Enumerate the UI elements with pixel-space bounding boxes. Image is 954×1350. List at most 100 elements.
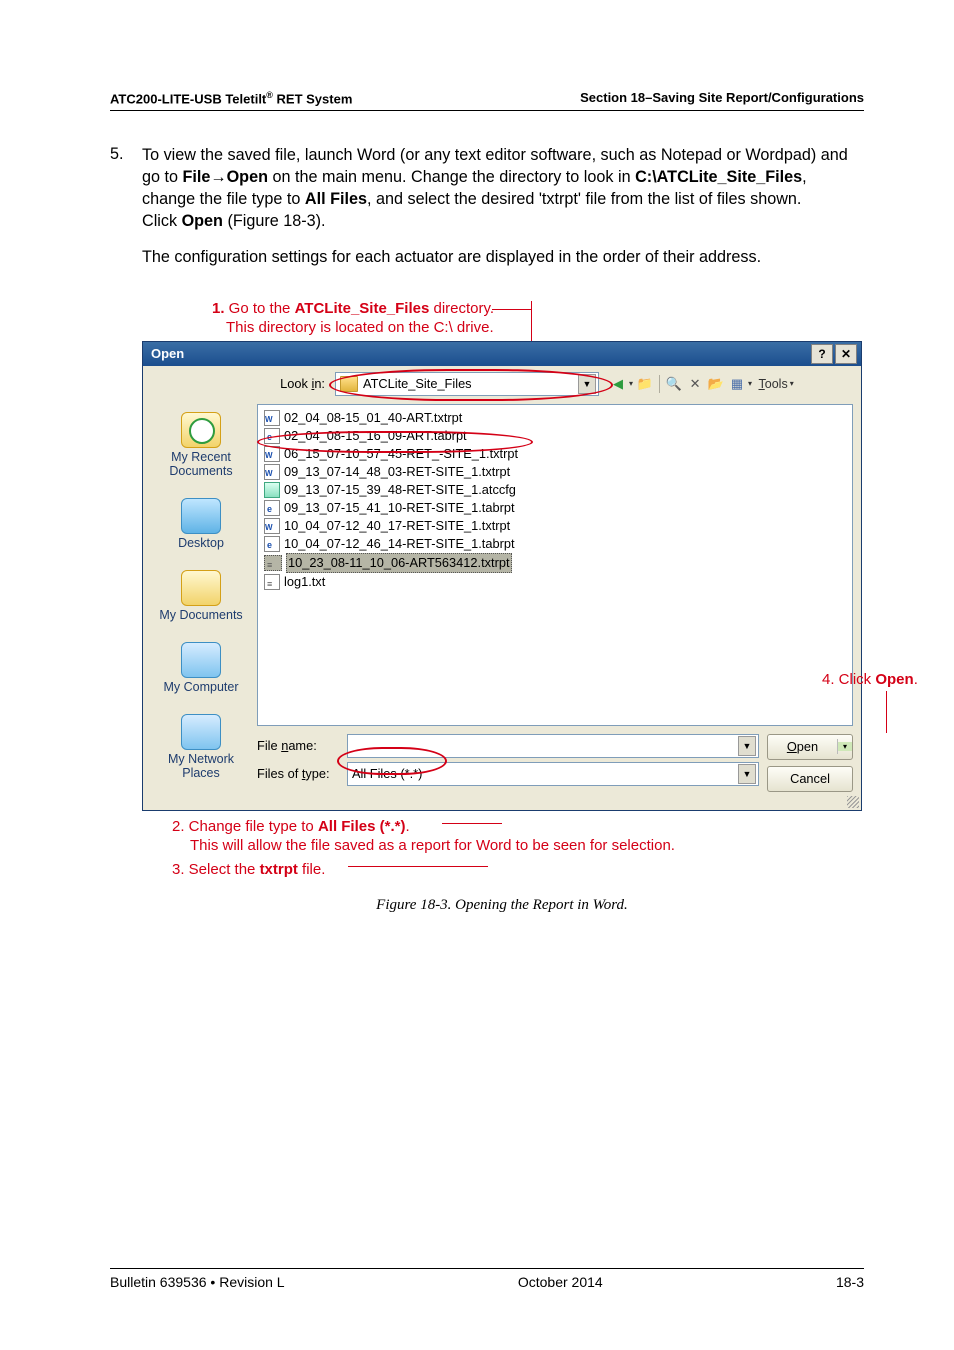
filetype-value: All Files (*.*) xyxy=(352,766,422,781)
t: file. xyxy=(298,861,326,878)
close-button[interactable]: ✕ xyxy=(835,344,857,364)
t: O xyxy=(787,739,797,754)
help-button[interactable]: ? xyxy=(811,344,833,364)
views-dropdown-icon[interactable]: ▾ xyxy=(748,379,752,388)
chevron-down-icon[interactable]: ▼ xyxy=(738,736,756,756)
place-label: My Recent Documents xyxy=(151,450,251,478)
callout-line xyxy=(442,823,502,824)
new-folder-button[interactable]: 📂 xyxy=(707,375,725,393)
header-left-suffix: RET System xyxy=(273,91,352,106)
filetype-label: Files of type: xyxy=(257,766,341,781)
place-label: Desktop xyxy=(151,536,251,550)
figure-caption: Figure 18-3. Opening the Report in Word. xyxy=(142,897,862,914)
callout-line xyxy=(348,866,488,867)
step-number: 5. xyxy=(110,145,128,232)
tools-dropdown-icon[interactable]: ▾ xyxy=(790,379,794,388)
places-bar: My Recent Documents Desktop My Documents… xyxy=(151,372,251,800)
file-item[interactable]: 09_13_07-15_41_10-RET-SITE_1.tabrpt xyxy=(264,499,846,517)
resize-grip-icon[interactable] xyxy=(847,796,859,808)
file-icon xyxy=(264,428,280,444)
back-dropdown-icon[interactable]: ▾ xyxy=(629,379,633,388)
t: File xyxy=(183,168,211,186)
dialog-title: Open xyxy=(151,346,184,361)
back-button[interactable]: ◀ xyxy=(609,375,627,393)
header-left-prefix: ATC200-LITE-USB Teletilt xyxy=(110,91,266,106)
file-icon xyxy=(264,410,280,426)
file-icon xyxy=(264,574,280,590)
callout-line xyxy=(886,691,887,733)
place-mydocs[interactable]: My Documents xyxy=(151,570,251,622)
t: All Files xyxy=(305,190,367,208)
callout-4: 4. Click Open. xyxy=(822,671,952,688)
file-name: 09_13_07-15_41_10-RET-SITE_1.tabrpt xyxy=(284,499,515,517)
file-item[interactable]: 10_04_07-12_46_14-RET-SITE_1.tabrpt xyxy=(264,535,846,553)
callout-line xyxy=(492,309,532,310)
t: pen xyxy=(797,739,818,754)
file-name: 02_04_08-15_01_40-ART.txtrpt xyxy=(284,409,462,427)
t: 4. Click xyxy=(822,671,875,688)
place-label: My Network Places xyxy=(151,752,251,780)
t: All Files (*.*) xyxy=(318,818,406,835)
file-item[interactable]: 10_23_08-11_10_06-ART563412.txtrpt xyxy=(264,553,846,573)
chevron-down-icon[interactable]: ▼ xyxy=(738,764,756,784)
file-item[interactable]: log1.txt xyxy=(264,573,846,591)
separator xyxy=(659,375,660,393)
t: txtrpt xyxy=(260,861,298,878)
search-web-button[interactable]: 🔍 xyxy=(665,375,683,393)
file-name: 10_23_08-11_10_06-ART563412.txtrpt xyxy=(286,553,512,573)
t: Open xyxy=(227,168,268,186)
place-network[interactable]: My Network Places xyxy=(151,714,251,780)
file-name: log1.txt xyxy=(284,573,325,591)
filetype-field[interactable]: All Files (*.*) ▼ xyxy=(347,762,759,786)
callout-1-c: directory. xyxy=(429,300,494,317)
views-button[interactable]: ▦ xyxy=(728,375,746,393)
step-5: 5. To view the saved file, launch Word (… xyxy=(110,145,864,232)
dialog-title-bar: Open ? ✕ xyxy=(143,342,861,366)
cancel-button[interactable]: Cancel xyxy=(767,766,853,792)
file-name: 10_04_07-12_46_14-RET-SITE_1.tabrpt xyxy=(284,535,515,553)
t: File xyxy=(257,738,281,753)
t: on the main menu. Change the directory t… xyxy=(268,168,635,186)
place-mycomp[interactable]: My Computer xyxy=(151,642,251,694)
file-list[interactable]: 02_04_08-15_01_40-ART.txtrpt02_04_08-15_… xyxy=(257,404,853,726)
tools-menu[interactable]: Tools xyxy=(755,377,788,391)
network-icon xyxy=(181,714,221,750)
look-in-value: ATCLite_Site_Files xyxy=(363,376,472,391)
place-label: My Computer xyxy=(151,680,251,694)
file-item[interactable]: 06_15_07-10_57_45-RET_-SITE_1.txtrpt xyxy=(264,445,846,463)
place-desktop[interactable]: Desktop xyxy=(151,498,251,550)
t: , and select the desired 'txtrpt' file f… xyxy=(367,190,801,208)
page-footer: Bulletin 639536 • Revision L October 201… xyxy=(110,1268,864,1290)
up-one-level-button[interactable]: 📁 xyxy=(636,375,654,393)
open-button[interactable]: Open ▾ xyxy=(767,734,853,760)
step-text: To view the saved file, launch Word (or … xyxy=(142,145,864,232)
t: Click xyxy=(142,212,182,230)
file-item[interactable]: 10_04_07-12_40_17-RET-SITE_1.txtrpt xyxy=(264,517,846,535)
t: C:\ATCLite_Site_Files xyxy=(635,168,802,186)
file-name: 10_04_07-12_40_17-RET-SITE_1.txtrpt xyxy=(284,517,510,535)
file-item[interactable]: 09_13_07-15_39_48-RET-SITE_1.atccfg xyxy=(264,481,846,499)
t: Open xyxy=(875,671,913,688)
file-item[interactable]: 09_13_07-14_48_03-RET-SITE_1.txtrpt xyxy=(264,463,846,481)
open-dropdown-icon[interactable]: ▾ xyxy=(838,742,852,751)
place-recent[interactable]: My Recent Documents xyxy=(151,412,251,478)
file-item[interactable]: 02_04_08-15_16_09-ART.tabrpt xyxy=(264,427,846,445)
desktop-icon xyxy=(181,498,221,534)
filename-field[interactable]: ▼ xyxy=(347,734,759,758)
delete-button[interactable]: ✕ xyxy=(686,375,704,393)
file-item[interactable]: 02_04_08-15_01_40-ART.txtrpt xyxy=(264,409,846,427)
filename-label: File name: xyxy=(257,738,341,753)
t: 2. Change file type to xyxy=(172,818,318,835)
file-name: 06_15_07-10_57_45-RET_-SITE_1.txtrpt xyxy=(284,445,518,463)
t: Open xyxy=(182,212,223,230)
file-icon xyxy=(264,500,280,516)
file-name: 09_13_07-15_39_48-RET-SITE_1.atccfg xyxy=(284,481,516,499)
header-sup: ® xyxy=(266,90,273,100)
look-in-label: Look in: xyxy=(257,376,325,391)
mydocs-icon xyxy=(181,570,221,606)
recent-icon xyxy=(181,412,221,448)
look-in-combo[interactable]: ATCLite_Site_Files ▼ xyxy=(335,372,599,396)
file-icon xyxy=(264,482,280,498)
callout-1-num: 1. xyxy=(212,300,225,317)
chevron-down-icon[interactable]: ▼ xyxy=(578,374,596,394)
